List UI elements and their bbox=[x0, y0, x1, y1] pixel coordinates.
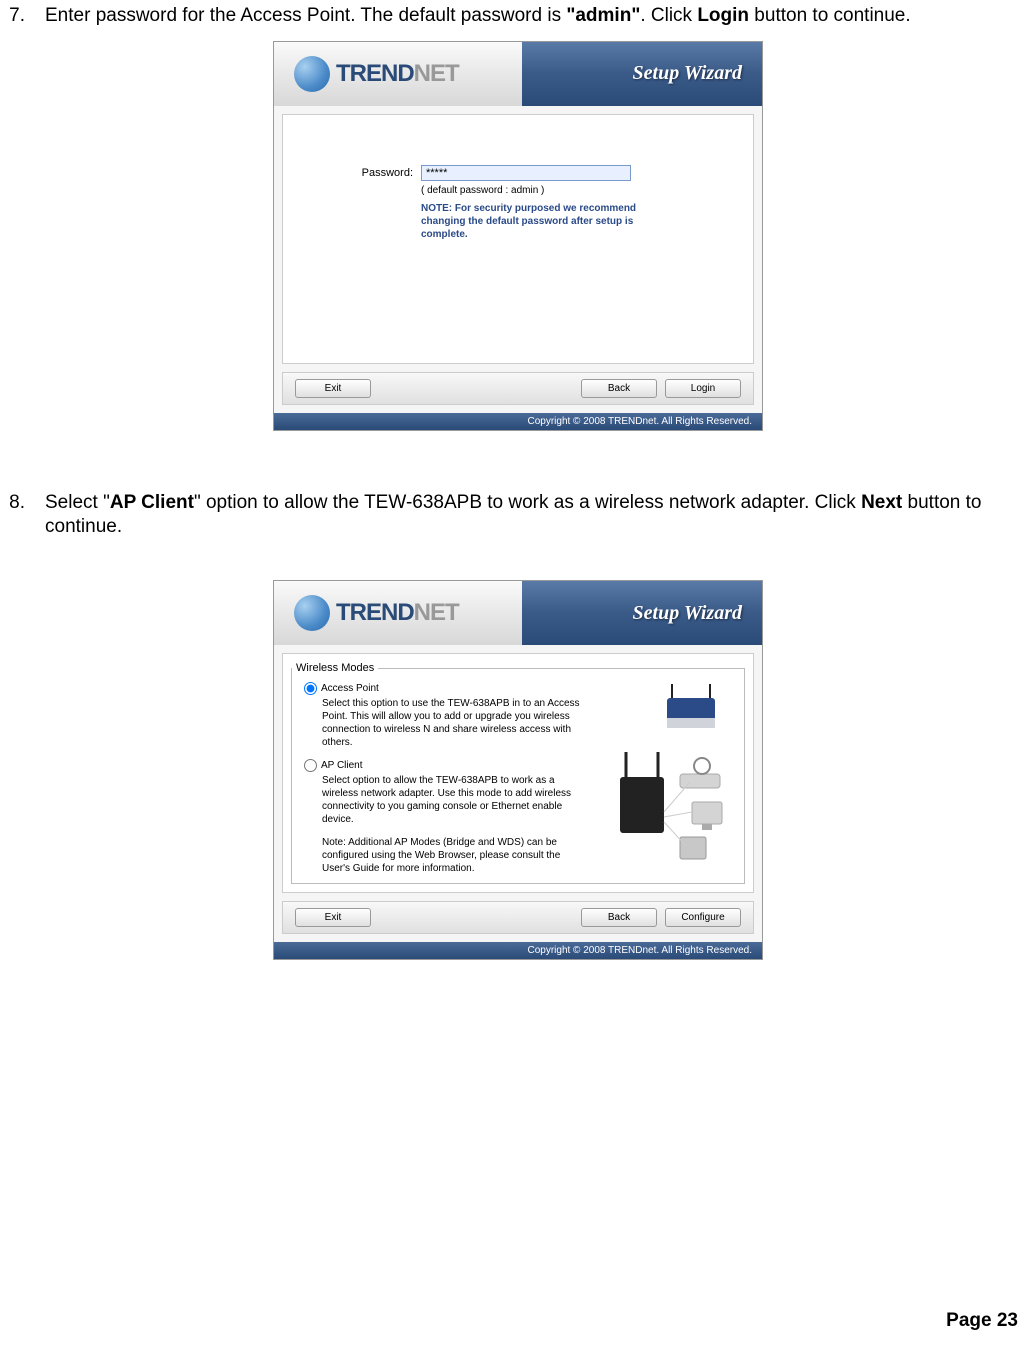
page-number: Page 23 bbox=[946, 1310, 1018, 1332]
step-8: 8. Select "AP Client" option to allow th… bbox=[0, 491, 1036, 540]
device-images bbox=[592, 682, 732, 875]
wizard-title: Setup Wizard bbox=[633, 602, 742, 625]
t: . Click bbox=[640, 5, 697, 26]
brand-text: TRENDNET bbox=[336, 60, 459, 88]
wizard-body: Wireless Modes Access Point Select this … bbox=[282, 653, 754, 893]
ap-client-radio[interactable] bbox=[304, 759, 317, 772]
bold-next: Next bbox=[861, 492, 902, 513]
wizard-body: Password: ( default password : admin ) N… bbox=[282, 114, 754, 364]
client-desc: Select option to allow the TEW-638APB to… bbox=[304, 774, 580, 826]
password-label: Password: bbox=[358, 167, 413, 179]
t: Select " bbox=[45, 492, 110, 513]
ap-label: Access Point bbox=[321, 683, 379, 694]
step-number: 7. bbox=[0, 4, 45, 29]
copyright: Copyright © 2008 TRENDnet. All Rights Re… bbox=[274, 942, 762, 959]
login-button[interactable]: Login bbox=[665, 379, 741, 398]
wizard-footer: Exit Back Configure bbox=[282, 901, 754, 934]
password-hint: ( default password : admin ) bbox=[298, 185, 738, 196]
brand-logo: TRENDNET bbox=[294, 595, 459, 631]
mode-access-point: Access Point Select this option to use t… bbox=[304, 682, 580, 749]
bold-apclient: AP Client bbox=[110, 492, 194, 513]
globe-icon bbox=[294, 56, 330, 92]
devices-icon bbox=[592, 682, 732, 862]
exit-button[interactable]: Exit bbox=[295, 379, 371, 398]
bold-login: Login bbox=[697, 5, 749, 26]
wireless-modes-fieldset: Wireless Modes Access Point Select this … bbox=[291, 662, 745, 884]
back-button[interactable]: Back bbox=[581, 908, 657, 927]
step-7: 7. Enter password for the Access Point. … bbox=[0, 0, 1036, 29]
back-button[interactable]: Back bbox=[581, 379, 657, 398]
mode-note: Note: Additional AP Modes (Bridge and WD… bbox=[304, 836, 580, 875]
configure-button[interactable]: Configure bbox=[665, 908, 741, 927]
wizard-title: Setup Wizard bbox=[633, 62, 742, 85]
copyright: Copyright © 2008 TRENDnet. All Rights Re… bbox=[274, 413, 762, 430]
ap-desc: Select this option to use the TEW-638APB… bbox=[304, 697, 580, 749]
brand-text: TRENDNET bbox=[336, 599, 459, 627]
radio-access-point[interactable]: Access Point bbox=[304, 682, 580, 695]
radio-ap-client[interactable]: AP Client bbox=[304, 759, 580, 772]
client-label: AP Client bbox=[321, 760, 363, 771]
exit-button[interactable]: Exit bbox=[295, 908, 371, 927]
t: " option to allow the TEW-638APB to work… bbox=[194, 492, 861, 513]
globe-icon bbox=[294, 595, 330, 631]
step-text: Select "AP Client" option to allow the T… bbox=[45, 491, 1036, 540]
brand-logo: TRENDNET bbox=[294, 56, 459, 92]
t: Enter password for the Access Point. The… bbox=[45, 5, 566, 26]
wizard-modes: TRENDNET Setup Wizard Wireless Modes Acc… bbox=[273, 580, 763, 960]
fieldset-legend: Wireless Modes bbox=[292, 662, 378, 674]
wizard-footer: Exit Back Login bbox=[282, 372, 754, 405]
password-note: NOTE: For security purposed we recommend… bbox=[298, 202, 658, 241]
wizard-header: TRENDNET Setup Wizard bbox=[274, 581, 762, 645]
step-number: 8. bbox=[0, 491, 45, 540]
t: button to continue. bbox=[749, 5, 911, 26]
bold-admin: "admin" bbox=[566, 5, 640, 26]
wizard-password: TRENDNET Setup Wizard Password: ( defaul… bbox=[273, 41, 763, 431]
wizard-header: TRENDNET Setup Wizard bbox=[274, 42, 762, 106]
step-text: Enter password for the Access Point. The… bbox=[45, 4, 1036, 29]
password-input[interactable] bbox=[421, 165, 631, 181]
mode-ap-client: AP Client Select option to allow the TEW… bbox=[304, 759, 580, 826]
access-point-radio[interactable] bbox=[304, 682, 317, 695]
